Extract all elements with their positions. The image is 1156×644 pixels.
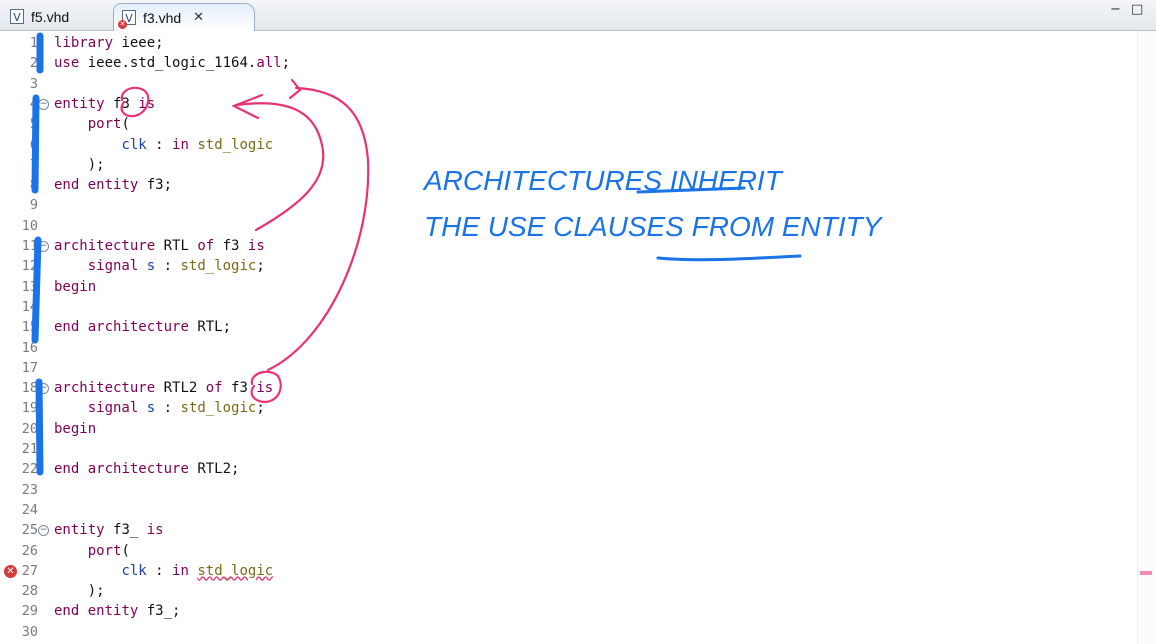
line-number: 8 [29, 177, 38, 194]
line-number: 20 [21, 420, 38, 437]
minimize-icon[interactable]: − [1110, 2, 1121, 17]
line-number: 30 [21, 623, 38, 640]
maximize-icon[interactable]: □ [1131, 2, 1143, 17]
code-line[interactable]: end entity f3_; [54, 601, 180, 621]
code-line[interactable]: entity f3_ is [54, 520, 164, 540]
line-number: 15 [21, 319, 38, 336]
code-line[interactable]: library ieee; [54, 33, 164, 53]
code-line[interactable]: begin [54, 419, 96, 439]
code-line[interactable]: end entity f3; [54, 175, 172, 195]
code-line[interactable]: clk : in std_logic [54, 135, 273, 155]
line-number: 26 [21, 542, 38, 559]
code-line[interactable]: ); [54, 581, 105, 601]
editor-tab-bar: V f5.vhd V ✕ f3.vhd ✕ − □ [0, 0, 1156, 31]
overview-ruler[interactable] [1137, 31, 1156, 644]
line-number: 25 [21, 522, 38, 539]
line-number: 12 [21, 258, 38, 275]
tab-f3-vhd[interactable]: V ✕ f3.vhd ✕ [113, 3, 255, 31]
line-number: 13 [21, 278, 38, 295]
line-number: 1 [29, 35, 38, 51]
code-line[interactable]: use ieee.std_logic_1164.all; [54, 53, 290, 73]
code-line[interactable]: signal s : std_logic; [54, 398, 265, 418]
fold-toggle-icon[interactable]: − [38, 98, 49, 110]
line-number: 11 [21, 238, 38, 254]
code-line[interactable]: port( [54, 114, 130, 134]
code-line[interactable]: architecture RTL of f3 is [54, 236, 265, 256]
code-line[interactable]: clk : in std_logic [54, 561, 273, 581]
code-line[interactable]: architecture RTL2 of f3 is [54, 378, 273, 398]
line-number: 9 [29, 197, 38, 214]
code-editor[interactable]: 1 library ieee; 2 use ieee.std_logic_1164.a… [0, 31, 1156, 644]
tab-label: f3.vhd [143, 9, 182, 26]
line-number: 3 [29, 75, 38, 92]
line-number: 4 [29, 95, 38, 112]
code-line[interactable]: signal s : std_logic; [54, 256, 265, 276]
line-number: 2 [29, 55, 38, 72]
line-number: 22 [21, 461, 38, 478]
line-number: 18 [21, 380, 38, 397]
line-number: 29 [21, 603, 38, 620]
fold-toggle-icon[interactable]: − [38, 241, 49, 252]
code-line[interactable]: begin [54, 277, 96, 297]
code-line[interactable]: entity f3 is [54, 94, 155, 114]
line-number: 6 [29, 136, 38, 153]
line-number: 28 [21, 583, 38, 600]
line-number: 17 [21, 359, 38, 376]
error-marker-icon[interactable]: ✕ [4, 564, 17, 578]
error-overview-marker[interactable] [1140, 571, 1152, 575]
line-number: 16 [21, 339, 38, 356]
line-number: 24 [21, 501, 38, 518]
line-number: 23 [21, 481, 38, 498]
vhdl-file-error-icon: V ✕ [118, 10, 136, 29]
annotation-ruler [0, 31, 18, 644]
code-line[interactable]: ); [54, 155, 105, 175]
tab-f5-vhd[interactable]: V f5.vhd [4, 3, 108, 30]
line-number: 7 [29, 156, 38, 173]
code-line[interactable]: port( [54, 541, 130, 561]
tab-label: f5.vhd [31, 8, 70, 25]
code-line[interactable]: end architecture RTL2; [54, 459, 239, 479]
line-number: 5 [29, 116, 38, 133]
close-tab-icon[interactable]: ✕ [193, 10, 204, 25]
line-number: 10 [21, 217, 38, 234]
vhdl-file-icon: V [10, 9, 24, 24]
code-line[interactable]: end architecture RTL; [54, 317, 231, 337]
line-number: 21 [21, 441, 38, 457]
line-number: 27 [21, 562, 38, 579]
line-number: 14 [21, 298, 38, 315]
line-number: 19 [21, 400, 38, 417]
